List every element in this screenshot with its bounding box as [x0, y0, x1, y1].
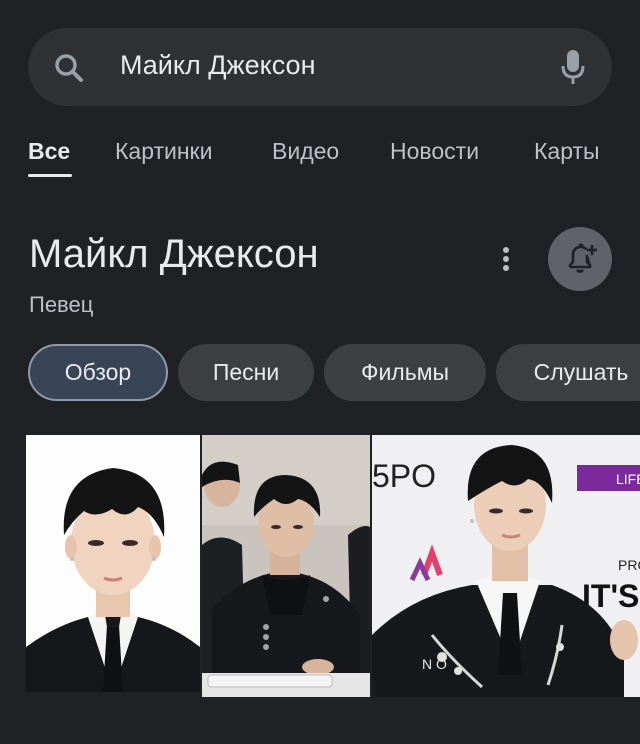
search-icon[interactable] [54, 53, 84, 83]
search-input[interactable]: Майкл Джексон [120, 50, 315, 81]
image-result-1[interactable] [26, 435, 200, 692]
tab-all[interactable]: Все [28, 138, 70, 165]
backdrop-badge: LIFE [616, 471, 640, 487]
more-options-icon[interactable] [495, 243, 517, 275]
chip-listen[interactable]: Слушать [496, 344, 640, 401]
jacket-embroidery-letters: N O [422, 656, 447, 672]
chip-films[interactable]: Фильмы [324, 344, 486, 401]
event-photo: 5PO LIFE PRO IT'S N O [372, 435, 640, 697]
tab-images[interactable]: Картинки [115, 138, 212, 165]
chip-overview[interactable]: Обзор [28, 344, 168, 401]
active-tab-indicator [28, 174, 72, 177]
backdrop-sign-small: PRO [618, 557, 640, 573]
chip-songs[interactable]: Песни [178, 344, 314, 401]
image-result-2[interactable] [202, 435, 370, 697]
search-tabs: Все Картинки Видео Новости Карты [0, 130, 640, 180]
image-result-3[interactable]: 5PO LIFE PRO IT'S N O [372, 435, 640, 697]
topic-chips: Обзор Песни Фильмы Слушать [0, 344, 640, 402]
image-strip: 5PO LIFE PRO IT'S N O [26, 435, 640, 697]
search-bar[interactable]: Майкл Джексон [28, 28, 612, 106]
knowledge-panel-subtitle: Певец [29, 292, 94, 317]
follow-button[interactable] [548, 227, 612, 291]
microphone-icon[interactable] [560, 48, 586, 86]
backdrop-text: 5PO [372, 458, 436, 494]
seated-photo [202, 435, 370, 697]
tab-video[interactable]: Видео [272, 138, 339, 165]
knowledge-panel-title: Майкл Джексон [29, 232, 319, 276]
tab-maps[interactable]: Карты [534, 138, 600, 165]
tab-news[interactable]: Новости [390, 138, 479, 165]
portrait-photo [26, 435, 200, 692]
bell-plus-icon [568, 243, 597, 273]
